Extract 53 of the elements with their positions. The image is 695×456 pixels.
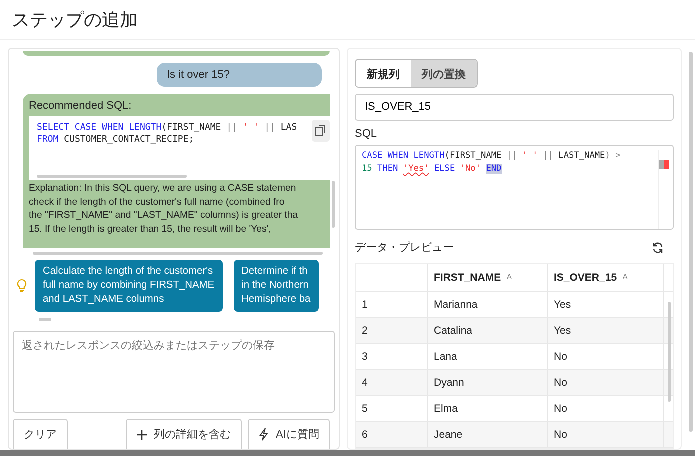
tab[interactable]: 列の置換 xyxy=(411,60,477,87)
code-line: FROM CUSTOMER_CONTACT_RECIPE; xyxy=(37,134,196,146)
table-cell: 4 xyxy=(356,370,428,395)
code-line: CASE WHEN LENGTH(FIRST_NAME || ' ' || LAST_NAME) > xyxy=(362,150,622,164)
user-message: Is it over 15? xyxy=(157,63,322,87)
table-cell: No xyxy=(548,370,664,395)
vertical-scrollbar[interactable] xyxy=(689,52,693,432)
table-cell: Dyann xyxy=(428,370,548,395)
column-name-field[interactable]: IS_OVER_15 xyxy=(355,94,674,122)
sql-label: SQL xyxy=(355,128,378,140)
refresh-icon[interactable] xyxy=(652,242,664,254)
table-cell: 1 xyxy=(356,292,428,317)
table-cell: Catalina xyxy=(428,318,548,343)
plus-icon xyxy=(137,430,147,440)
horizontal-scrollbar[interactable] xyxy=(0,450,695,456)
explanation-text: 15. If the length is greater than 15, the result will be 'Yes', xyxy=(29,222,272,236)
table-cell: 3 xyxy=(356,344,428,369)
table-cell: No xyxy=(548,344,664,369)
vertical-scrollbar[interactable] xyxy=(668,302,671,402)
dialog-title: ステップの追加 xyxy=(12,8,138,32)
suggestion-chip[interactable]: Calculate the length of the customer's full name by combining FIRST_NAME and LAST_NAME columns xyxy=(35,260,223,312)
preview-title: データ・プレビュー xyxy=(355,240,454,255)
table-cell: 6 xyxy=(356,422,428,447)
explanation-text: the "FIRST_NAME" and "LAST_NAME" columns) is greater tha xyxy=(29,209,300,222)
suggestion-chip[interactable]: Determine if th in the Northern Hemisphere ba xyxy=(234,260,319,312)
action-button[interactable]: クリア xyxy=(13,419,68,449)
vertical-scrollbar[interactable] xyxy=(332,181,335,228)
prompt-field[interactable]: 返されたレスポンスの絞込みまたはステップの保存 xyxy=(13,331,335,413)
action-button[interactable]: AIに質問 xyxy=(248,419,330,449)
sql-editor[interactable]: CASE WHEN LENGTH(FIRST_NAME || ' ' || LAST_NAME) > 15 THEN 'Yes' ELSE 'No' END xyxy=(355,145,674,230)
table-cell: Marianna xyxy=(428,292,548,317)
table-cell: No xyxy=(548,396,664,421)
table-cell: Yes xyxy=(548,292,664,317)
table-cell: 5 xyxy=(356,396,428,421)
explanation-text: Explanation: In this SQL query, we are using a CASE statemen xyxy=(29,182,298,196)
explanation-text: check if the length of the customer's full name (combined fro xyxy=(29,196,286,209)
copy-icon xyxy=(315,125,327,137)
lightbulb-icon xyxy=(17,279,27,294)
horizontal-scrollbar[interactable] xyxy=(37,175,187,178)
table-cell: Elma xyxy=(428,396,548,421)
table-cell: Jeane xyxy=(428,422,548,447)
table-cell: Lana xyxy=(428,344,548,369)
table-cell: 2 xyxy=(356,318,428,343)
code-line: SELECT CASE WHEN LENGTH(FIRST_NAME || ' ' || LAS xyxy=(37,122,298,134)
response-heading: Recommended SQL: xyxy=(29,100,133,112)
horizontal-scrollbar[interactable] xyxy=(39,318,51,322)
action-button[interactable]: 列の詳細を含む xyxy=(126,419,242,449)
horizontal-scrollbar[interactable] xyxy=(33,252,323,256)
copy-button[interactable] xyxy=(312,120,330,142)
lightning-icon xyxy=(259,428,269,441)
code-line: 15 THEN 'Yes' ELSE 'No' END xyxy=(362,163,503,176)
table-cell: Yes xyxy=(548,318,664,343)
table-cell: No xyxy=(548,422,664,447)
